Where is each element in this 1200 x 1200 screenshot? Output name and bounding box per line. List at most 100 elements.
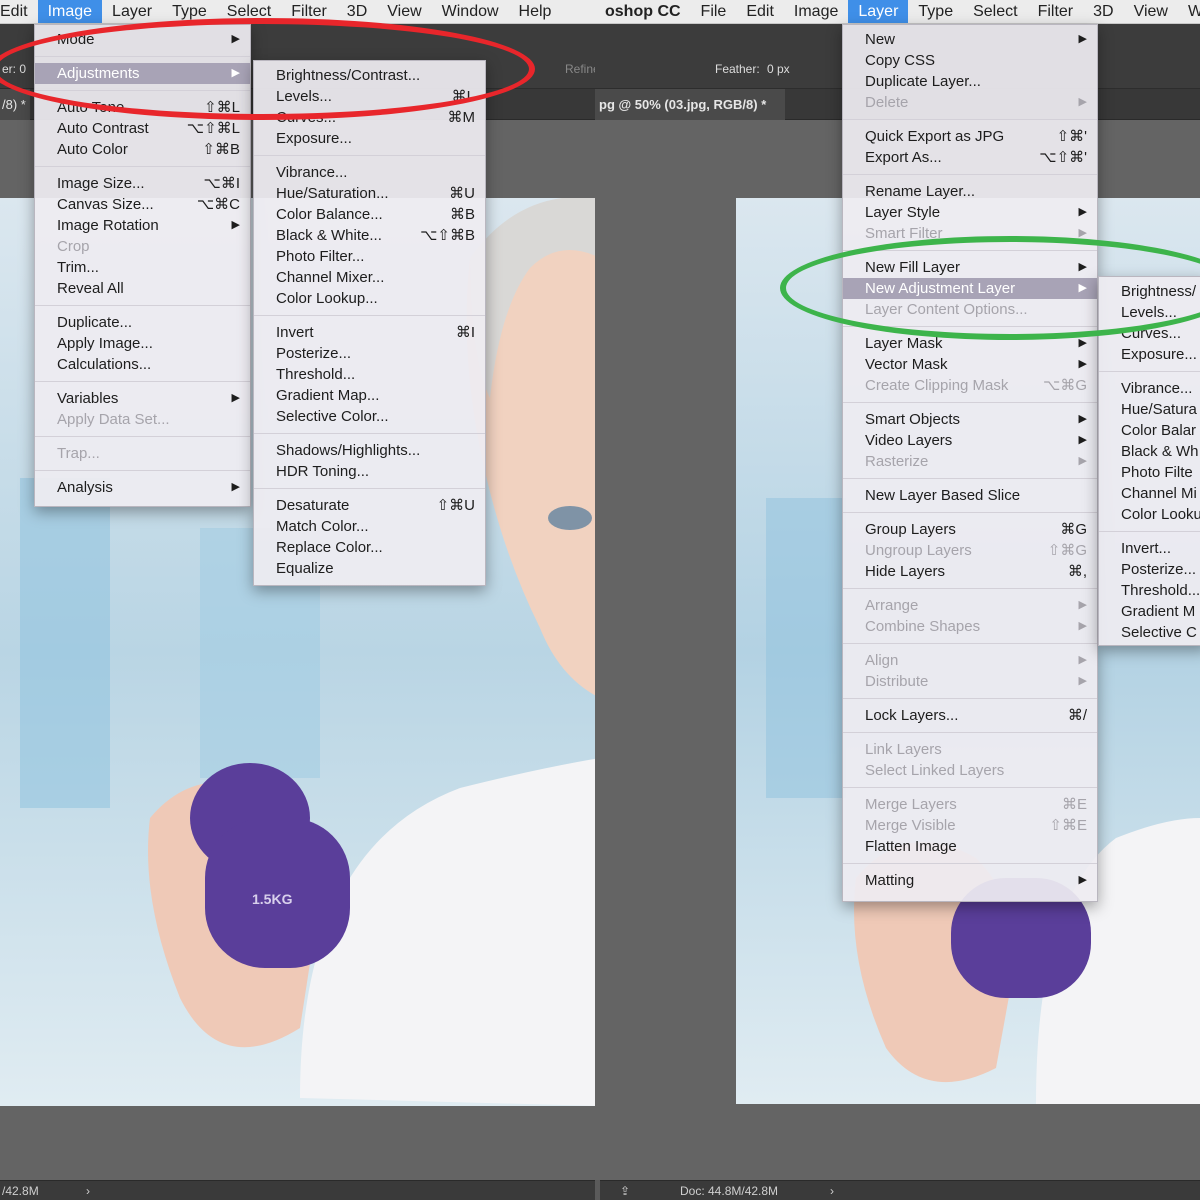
right-status-chevron-icon[interactable]: ›	[830, 1181, 834, 1200]
left-menu-type[interactable]: Type	[162, 0, 217, 23]
layer-menu-item-vector-mask[interactable]: Vector Mask ▶	[843, 354, 1097, 375]
adjustments-item-posterize[interactable]: Posterize...	[254, 343, 485, 364]
right-menu-oshop-cc[interactable]: oshop CC	[595, 0, 691, 23]
adjustments-item-threshold[interactable]: Threshold...	[254, 364, 485, 385]
right-menu-view[interactable]: View	[1124, 0, 1178, 23]
image-menu-item-mode[interactable]: Mode ▶	[35, 29, 250, 50]
adjustment-layer-item-black-wh[interactable]: Black & Wh	[1099, 441, 1200, 462]
image-menu-item-auto-contrast[interactable]: Auto Contrast ⌥⇧⌘L	[35, 118, 250, 139]
adjustments-item-levels[interactable]: Levels... ⌘L	[254, 86, 485, 107]
right-menu-layer[interactable]: Layer	[848, 0, 909, 23]
right-menu-file[interactable]: File	[691, 0, 737, 23]
adjustments-item-channel-mixer[interactable]: Channel Mixer...	[254, 267, 485, 288]
right-menu-w[interactable]: W	[1178, 0, 1200, 23]
adjustment-layer-item-selective-c[interactable]: Selective C	[1099, 622, 1200, 643]
adjustment-layer-item-brightness[interactable]: Brightness/	[1099, 281, 1200, 302]
left-menu-window[interactable]: Window	[432, 0, 509, 23]
layer-menu-item-layer-style[interactable]: Layer Style ▶	[843, 202, 1097, 223]
adjustment-layer-item-color-balar[interactable]: Color Balar	[1099, 420, 1200, 441]
adjustment-layer-item-channel-mi[interactable]: Channel Mi	[1099, 483, 1200, 504]
adjustments-item-exposure[interactable]: Exposure...	[254, 128, 485, 149]
left-menu-image[interactable]: Image	[37, 0, 103, 23]
right-document-tab[interactable]: pg @ 50% (03.jpg, RGB/8) *	[595, 89, 785, 120]
right-menu-edit[interactable]: Edit	[736, 0, 784, 23]
adjustment-layer-item-hue-satura[interactable]: Hue/Satura	[1099, 399, 1200, 420]
image-menu-item-duplicate[interactable]: Duplicate...	[35, 312, 250, 333]
image-menu-item-auto-color[interactable]: Auto Color ⇧⌘B	[35, 139, 250, 160]
right-menu-type[interactable]: Type	[908, 0, 963, 23]
adjustment-layer-item-photo-filte[interactable]: Photo Filte	[1099, 462, 1200, 483]
adjustments-item-curves[interactable]: Curves... ⌘M	[254, 107, 485, 128]
adjustments-item-hue-saturation[interactable]: Hue/Saturation... ⌘U	[254, 183, 485, 204]
adjustments-item-equalize[interactable]: Equalize	[254, 558, 485, 579]
adjustments-item-invert[interactable]: Invert ⌘I	[254, 322, 485, 343]
left-menu-view[interactable]: View	[377, 0, 431, 23]
adjustment-layer-item-gradient-m[interactable]: Gradient M	[1099, 601, 1200, 622]
image-menu-item-image-size[interactable]: Image Size... ⌥⌘I	[35, 173, 250, 194]
adjustments-item-color-balance[interactable]: Color Balance... ⌘B	[254, 204, 485, 225]
adjustments-item-selective-color[interactable]: Selective Color...	[254, 406, 485, 427]
adjustments-item-photo-filter[interactable]: Photo Filter...	[254, 246, 485, 267]
adjustment-layer-item-posterize[interactable]: Posterize...	[1099, 559, 1200, 580]
layer-menu-item-layer-mask[interactable]: Layer Mask ▶	[843, 333, 1097, 354]
left-status-chevron-icon[interactable]: ›	[86, 1181, 90, 1200]
adjustments-item-color-lookup[interactable]: Color Lookup...	[254, 288, 485, 309]
adjustment-layer-item-exposure[interactable]: Exposure...	[1099, 344, 1200, 365]
feather-input[interactable]: 0 px	[767, 62, 790, 76]
right-menu-select[interactable]: Select	[963, 0, 1027, 23]
adjustments-item-shadows-highlights[interactable]: Shadows/Highlights...	[254, 440, 485, 461]
image-menu-item-canvas-size[interactable]: Canvas Size... ⌥⌘C	[35, 194, 250, 215]
adjustments-item-desaturate[interactable]: Desaturate ⇧⌘U	[254, 495, 485, 516]
share-icon[interactable]: ⇪	[620, 1181, 630, 1200]
layer-menu-item-new-fill-layer[interactable]: New Fill Layer ▶	[843, 257, 1097, 278]
adjustment-layer-item-color-looku[interactable]: Color Looku	[1099, 504, 1200, 525]
image-menu-item-variables[interactable]: Variables ▶	[35, 388, 250, 409]
image-menu-item-trim[interactable]: Trim...	[35, 257, 250, 278]
image-menu-item-reveal-all[interactable]: Reveal All	[35, 278, 250, 299]
left-document-tab[interactable]: /8) *	[0, 89, 30, 120]
adjustment-layer-item-vibrance[interactable]: Vibrance...	[1099, 378, 1200, 399]
adjustment-layer-item-threshold[interactable]: Threshold...	[1099, 580, 1200, 601]
image-menu-item-apply-image[interactable]: Apply Image...	[35, 333, 250, 354]
adjustments-item-replace-color[interactable]: Replace Color...	[254, 537, 485, 558]
adjustments-item-hdr-toning[interactable]: HDR Toning...	[254, 461, 485, 482]
layer-menu-item-lock-layers[interactable]: Lock Layers... ⌘/	[843, 705, 1097, 726]
left-menu-filter[interactable]: Filter	[281, 0, 337, 23]
layer-menu-item-hide-layers[interactable]: Hide Layers ⌘,	[843, 561, 1097, 582]
left-menu-3d[interactable]: 3D	[337, 0, 377, 23]
layer-menu-item-duplicate-layer[interactable]: Duplicate Layer...	[843, 71, 1097, 92]
layer-menu-item-copy-css[interactable]: Copy CSS	[843, 50, 1097, 71]
layer-menu-item-group-layers[interactable]: Group Layers ⌘G	[843, 519, 1097, 540]
layer-menu-item-new[interactable]: New ▶	[843, 29, 1097, 50]
layer-menu-item-video-layers[interactable]: Video Layers ▶	[843, 430, 1097, 451]
layer-menu-item-smart-objects[interactable]: Smart Objects ▶	[843, 409, 1097, 430]
left-menu-select[interactable]: Select	[217, 0, 281, 23]
layer-menu-item-flatten-image[interactable]: Flatten Image	[843, 836, 1097, 857]
adjustments-item-gradient-map[interactable]: Gradient Map...	[254, 385, 485, 406]
left-menu-edit[interactable]: Edit	[0, 0, 38, 23]
adjustment-layer-item-invert[interactable]: Invert...	[1099, 538, 1200, 559]
right-menu-image[interactable]: Image	[784, 0, 848, 23]
image-menu-item-analysis[interactable]: Analysis ▶	[35, 477, 250, 498]
right-menu-3d[interactable]: 3D	[1083, 0, 1123, 23]
image-menu-item-calculations[interactable]: Calculations...	[35, 354, 250, 375]
adjustments-item-black-white[interactable]: Black & White... ⌥⇧⌘B	[254, 225, 485, 246]
shortcut-label: ⌥⇧⌘L	[186, 120, 240, 137]
layer-menu-item-export-as[interactable]: Export As... ⌥⇧⌘'	[843, 147, 1097, 168]
layer-menu-item-quick-export-as-jpg[interactable]: Quick Export as JPG ⇧⌘'	[843, 126, 1097, 147]
layer-menu-item-rename-layer[interactable]: Rename Layer...	[843, 181, 1097, 202]
image-menu-item-auto-tone[interactable]: Auto Tone ⇧⌘L	[35, 97, 250, 118]
layer-menu-item-matting[interactable]: Matting ▶	[843, 870, 1097, 891]
left-menu-help[interactable]: Help	[509, 0, 562, 23]
right-menu-filter[interactable]: Filter	[1028, 0, 1084, 23]
adjustment-layer-item-curves[interactable]: Curves...	[1099, 323, 1200, 344]
layer-menu-item-new-adjustment-layer[interactable]: New Adjustment Layer ▶	[843, 278, 1097, 299]
left-menu-layer[interactable]: Layer	[102, 0, 162, 23]
adjustment-layer-item-levels[interactable]: Levels...	[1099, 302, 1200, 323]
adjustments-item-vibrance[interactable]: Vibrance...	[254, 162, 485, 183]
image-menu-item-image-rotation[interactable]: Image Rotation ▶	[35, 215, 250, 236]
adjustments-item-match-color[interactable]: Match Color...	[254, 516, 485, 537]
layer-menu-item-new-layer-based-slice[interactable]: New Layer Based Slice	[843, 485, 1097, 506]
adjustments-item-brightness-contrast[interactable]: Brightness/Contrast...	[254, 65, 485, 86]
image-menu-item-adjustments[interactable]: Adjustments ▶	[35, 63, 250, 84]
